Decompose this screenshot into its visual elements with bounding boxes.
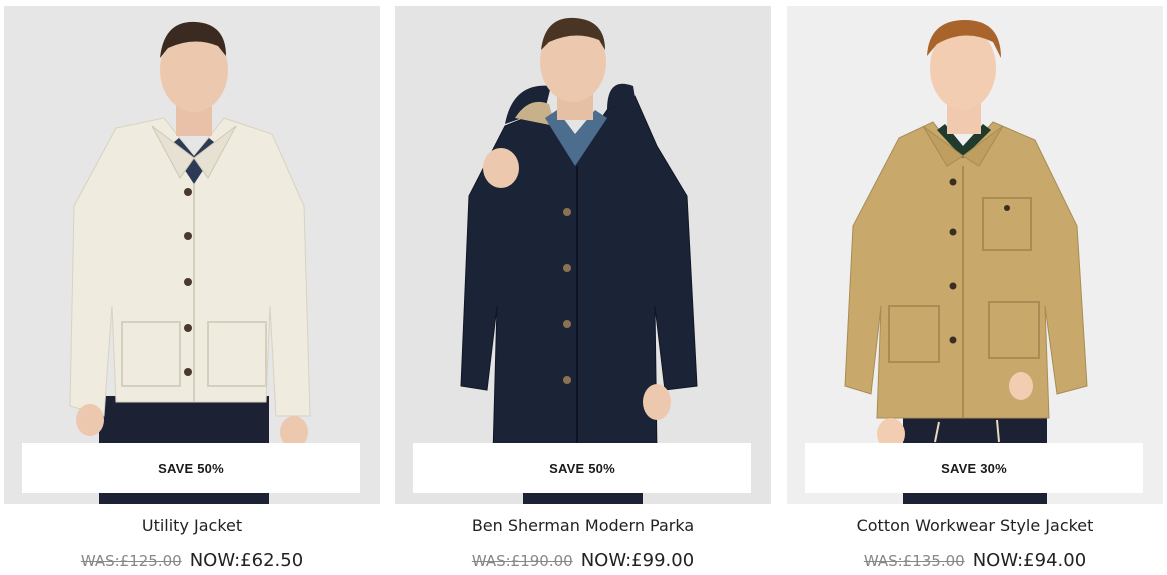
discount-badge: SAVE 50% (413, 443, 751, 493)
now-price: NOW:£99.00 (580, 550, 695, 571)
was-price: WAS:£125.00 (80, 552, 182, 570)
product-card-modern-parka[interactable]: SAVE 50% Ben Sherman Modern Parka WAS:£1… (395, 0, 771, 575)
product-image[interactable]: SAVE 30% (787, 6, 1163, 504)
product-name-link[interactable]: Ben Sherman Modern Parka (395, 516, 771, 535)
product-card-cotton-workwear-jacket[interactable]: SAVE 30% Cotton Workwear Style Jacket WA… (787, 0, 1163, 575)
discount-badge: SAVE 50% (22, 443, 360, 493)
product-card-utility-jacket[interactable]: SAVE 50% Utility Jacket WAS:£125.00 NOW:£… (4, 0, 380, 575)
product-name-link[interactable]: Cotton Workwear Style Jacket (787, 516, 1163, 535)
price-block: WAS:£125.00 NOW:£62.50 (4, 550, 380, 571)
was-price: WAS:£190.00 (471, 552, 573, 570)
product-image[interactable]: SAVE 50% (4, 6, 380, 504)
product-grid: SAVE 50% Utility Jacket WAS:£125.00 NOW:£… (0, 0, 1167, 575)
was-price: WAS:£135.00 (863, 552, 965, 570)
price-block: WAS:£190.00 NOW:£99.00 (395, 550, 771, 571)
model-photo-illustration (460, 17, 698, 504)
price-block: WAS:£135.00 NOW:£94.00 (787, 550, 1163, 571)
model-photo-illustration (844, 20, 1088, 504)
product-name-link[interactable]: Utility Jacket (4, 516, 380, 535)
product-image[interactable]: SAVE 50% (395, 6, 771, 504)
now-price: NOW:£94.00 (972, 550, 1087, 571)
now-price: NOW:£62.50 (189, 550, 304, 571)
discount-badge: SAVE 30% (805, 443, 1143, 493)
model-photo-illustration (69, 21, 311, 504)
